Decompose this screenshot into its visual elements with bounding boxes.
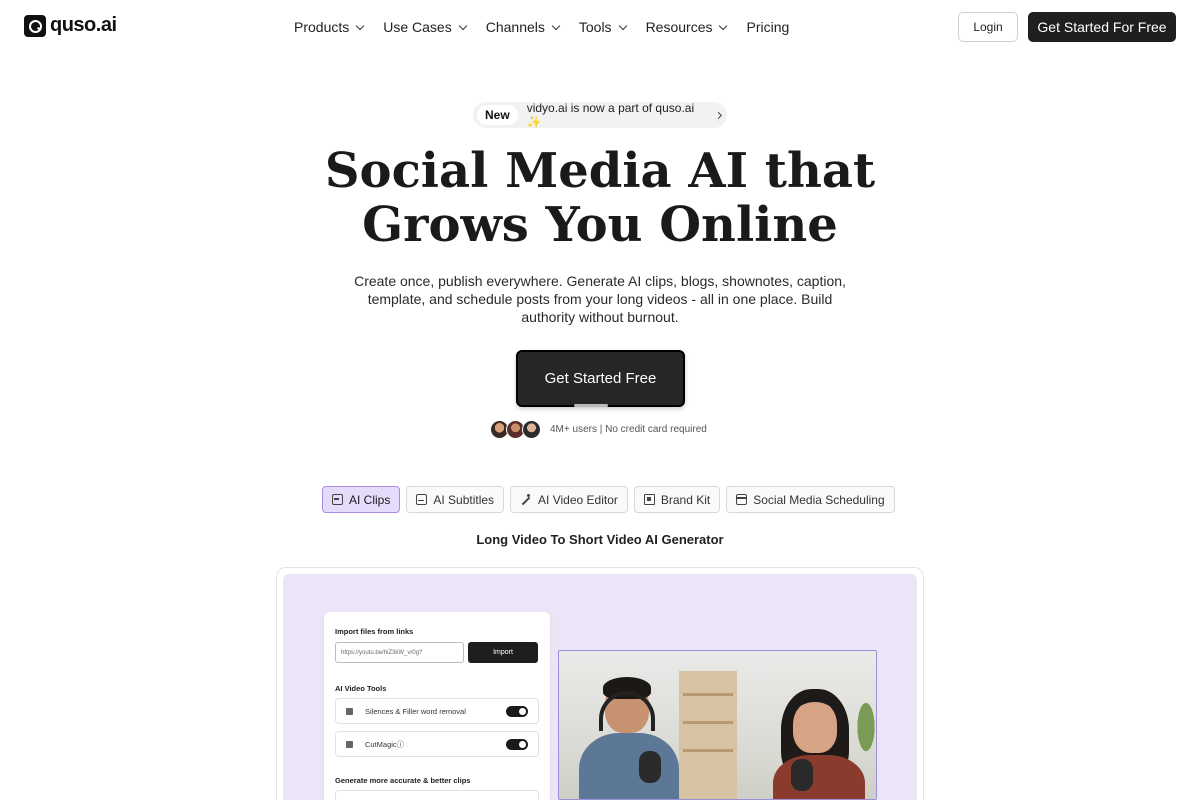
logo[interactable]: quso.ai: [24, 14, 117, 37]
main-nav: Products Use Cases Channels Tools Resour…: [294, 17, 809, 37]
url-input[interactable]: https://youtu.be/hiZ3kW_vr0g?: [335, 642, 464, 663]
nav-label: Channels: [485, 19, 545, 35]
podcast-host-woman: [767, 689, 867, 799]
subtitles-icon: [416, 494, 428, 505]
button-underline-decoration: [574, 404, 608, 407]
toggle-switch[interactable]: [506, 738, 528, 750]
site-header: quso.ai Products Use Cases Channels Tool…: [0, 0, 1200, 54]
get-started-header-button[interactable]: Get Started For Free: [1028, 12, 1176, 42]
new-badge: New: [477, 105, 518, 125]
more-clips-label: Generate more accurate & better clips: [335, 776, 471, 785]
nav-item-resources[interactable]: Resources: [645, 17, 728, 37]
nav-label: Pricing: [746, 19, 790, 35]
ai-tools-label: AI Video Tools: [335, 684, 387, 693]
hero-title-line-2: Grows You Online: [362, 197, 838, 253]
tab-label: Social Media Scheduling: [753, 492, 885, 507]
social-proof: 4M+ users | No credit card required: [490, 420, 707, 439]
chevron-right-icon: [715, 111, 723, 119]
mic-icon: [346, 707, 353, 715]
nav-item-use-cases[interactable]: Use Cases: [383, 17, 467, 37]
tab-brand-kit[interactable]: Brand Kit: [633, 486, 721, 513]
tool-row-cutmagic: CutMagicⓘ: [335, 731, 539, 757]
podcast-host-man: [579, 677, 679, 799]
tab-ai-clips[interactable]: AI Clips: [322, 486, 401, 513]
tab-label: AI Clips: [349, 492, 391, 507]
calendar-icon: [736, 494, 748, 505]
tab-social-media-scheduling[interactable]: Social Media Scheduling: [726, 486, 895, 513]
announcement-pill[interactable]: New vidyo.ai is now a part of quso.ai ✨: [473, 101, 727, 129]
toggle-switch[interactable]: [506, 705, 528, 717]
chevron-down-icon: [719, 21, 728, 30]
tab-label: AI Subtitles: [433, 492, 495, 507]
feature-tabs: AI Clips AI Subtitles AI Video Editor Br…: [322, 486, 895, 513]
tool-label: Silences & Filler word removal: [365, 706, 466, 716]
get-started-hero-button[interactable]: Get Started Free: [516, 350, 685, 407]
import-button[interactable]: Import: [468, 642, 538, 663]
tab-label: Brand Kit: [660, 492, 711, 507]
section-title: Long Video To Short Video AI Generator: [476, 532, 724, 547]
nav-item-products[interactable]: Products: [294, 17, 365, 37]
tab-ai-subtitles[interactable]: AI Subtitles: [406, 486, 505, 513]
login-button[interactable]: Login: [958, 12, 1018, 42]
nav-item-tools[interactable]: Tools: [578, 17, 627, 37]
video-preview[interactable]: [558, 650, 877, 800]
chevron-down-icon: [618, 21, 627, 30]
bookshelf: [679, 671, 737, 799]
tool-row-silence-removal: Silences & Filler word removal: [335, 698, 539, 724]
hero-subtitle: Create once, publish everywhere. Generat…: [354, 273, 846, 325]
microphone: [639, 751, 661, 783]
avatar: [522, 420, 541, 439]
nav-label: Use Cases: [383, 19, 452, 35]
microphone: [791, 759, 813, 791]
chevron-down-icon: [551, 21, 561, 30]
hero-title: Social Media AI that Grows You Online: [300, 144, 900, 252]
nav-label: Tools: [578, 19, 612, 35]
brand-kit-icon: [643, 494, 655, 505]
tool-row-partial: [335, 790, 539, 800]
tool-label: CutMagicⓘ: [365, 739, 405, 749]
logo-icon: [24, 14, 46, 37]
hero-title-line-1: Social Media AI that: [324, 143, 876, 199]
tab-label: AI Video Editor: [538, 492, 618, 507]
magic-icon: [346, 740, 353, 748]
nav-item-channels[interactable]: Channels: [485, 17, 561, 37]
chevron-down-icon: [458, 21, 467, 30]
wand-icon: [520, 493, 532, 506]
nav-item-pricing[interactable]: Pricing: [746, 17, 789, 37]
import-label: Import files from links: [335, 627, 414, 636]
nav-label: Products: [294, 19, 350, 35]
nav-label: Resources: [645, 19, 713, 35]
chevron-down-icon: [356, 21, 365, 30]
logo-text: quso.ai: [50, 14, 117, 36]
clips-icon: [332, 494, 343, 505]
social-proof-text: 4M+ users | No credit card required: [550, 424, 707, 435]
announcement-text: vidyo.ai is now a part of quso.ai ✨: [526, 101, 695, 129]
tab-ai-video-editor[interactable]: AI Video Editor: [510, 486, 628, 513]
